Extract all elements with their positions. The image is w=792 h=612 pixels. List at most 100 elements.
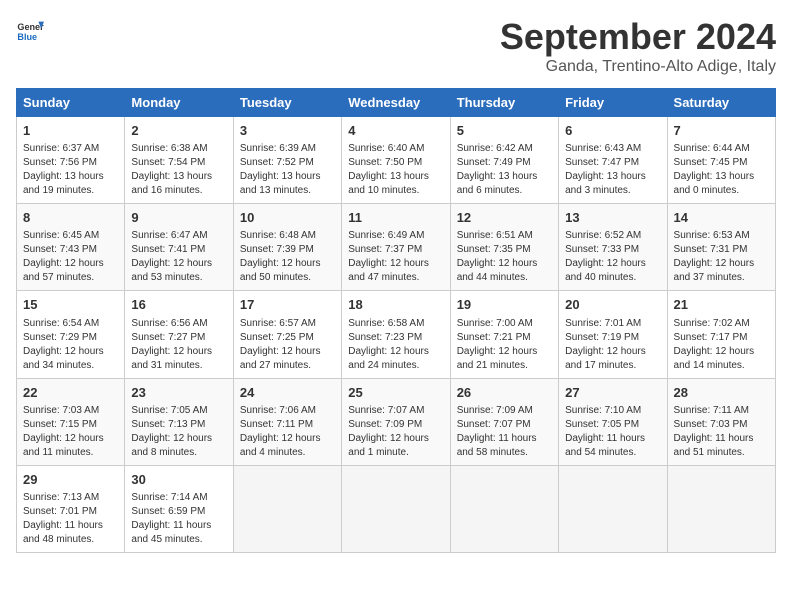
day-number: 13 [565, 209, 660, 227]
calendar-cell: 10 Sunrise: 6:48 AM Sunset: 7:39 PM Dayli… [233, 204, 341, 291]
calendar-cell: 5 Sunrise: 6:42 AM Sunset: 7:49 PM Daylig… [450, 117, 558, 204]
logo-icon: General Blue [16, 16, 44, 44]
day-detail: Sunrise: 7:00 AM Sunset: 7:21 PM Dayligh… [457, 317, 552, 373]
title-block: September 2024 Ganda, Trentino-Alto Adig… [500, 16, 776, 76]
day-detail: Sunrise: 6:53 AM Sunset: 7:31 PM Dayligh… [674, 229, 769, 285]
day-number: 6 [565, 122, 660, 140]
calendar-week-row: 15 Sunrise: 6:54 AM Sunset: 7:29 PM Dayli… [17, 291, 776, 378]
weekday-header: Tuesday [233, 89, 341, 117]
calendar-week-row: 8 Sunrise: 6:45 AM Sunset: 7:43 PM Daylig… [17, 204, 776, 291]
day-number: 11 [348, 209, 443, 227]
day-detail: Sunrise: 7:10 AM Sunset: 7:05 PM Dayligh… [565, 404, 660, 460]
weekday-header: Friday [559, 89, 667, 117]
location: Ganda, Trentino-Alto Adige, Italy [500, 58, 776, 76]
day-number: 10 [240, 209, 335, 227]
calendar-week-row: 1 Sunrise: 6:37 AM Sunset: 7:56 PM Daylig… [17, 117, 776, 204]
weekday-header: Wednesday [342, 89, 450, 117]
calendar-cell [450, 465, 558, 552]
calendar-week-row: 22 Sunrise: 7:03 AM Sunset: 7:15 PM Dayli… [17, 378, 776, 465]
weekday-header-row: SundayMondayTuesdayWednesdayThursdayFrid… [17, 89, 776, 117]
calendar-cell: 24 Sunrise: 7:06 AM Sunset: 7:11 PM Dayli… [233, 378, 341, 465]
day-number: 24 [240, 384, 335, 402]
day-number: 4 [348, 122, 443, 140]
day-number: 29 [23, 471, 118, 489]
calendar-cell: 29 Sunrise: 7:13 AM Sunset: 7:01 PM Dayli… [17, 465, 125, 552]
day-number: 16 [131, 296, 226, 314]
day-detail: Sunrise: 6:57 AM Sunset: 7:25 PM Dayligh… [240, 317, 335, 373]
calendar-cell [559, 465, 667, 552]
calendar-cell: 16 Sunrise: 6:56 AM Sunset: 7:27 PM Dayli… [125, 291, 233, 378]
day-detail: Sunrise: 6:52 AM Sunset: 7:33 PM Dayligh… [565, 229, 660, 285]
day-detail: Sunrise: 7:07 AM Sunset: 7:09 PM Dayligh… [348, 404, 443, 460]
calendar-cell: 27 Sunrise: 7:10 AM Sunset: 7:05 PM Dayli… [559, 378, 667, 465]
calendar-cell: 6Sunrise: 6:43 AM Sunset: 7:47 PM Daylig… [559, 117, 667, 204]
day-detail: Sunrise: 6:47 AM Sunset: 7:41 PM Dayligh… [131, 229, 226, 285]
calendar-cell: 18 Sunrise: 6:58 AM Sunset: 7:23 PM Dayli… [342, 291, 450, 378]
day-number: 5 [457, 122, 552, 140]
month-title: September 2024 [500, 16, 776, 58]
day-detail: Sunrise: 7:01 AM Sunset: 7:19 PM Dayligh… [565, 317, 660, 373]
logo: General Blue [16, 16, 44, 44]
day-detail: Sunrise: 6:38 AM Sunset: 7:54 PM Dayligh… [131, 142, 226, 198]
calendar-cell: 30Sunrise: 7:14 AM Sunset: 6:59 PM Dayli… [125, 465, 233, 552]
calendar-cell: 11Sunrise: 6:49 AM Sunset: 7:37 PM Dayli… [342, 204, 450, 291]
calendar-cell: 15 Sunrise: 6:54 AM Sunset: 7:29 PM Dayli… [17, 291, 125, 378]
day-number: 8 [23, 209, 118, 227]
day-number: 19 [457, 296, 552, 314]
day-detail: Sunrise: 7:09 AM Sunset: 7:07 PM Dayligh… [457, 404, 552, 460]
day-detail: Sunrise: 6:54 AM Sunset: 7:29 PM Dayligh… [23, 317, 118, 373]
calendar-cell: 9 Sunrise: 6:47 AM Sunset: 7:41 PM Daylig… [125, 204, 233, 291]
day-detail: Sunrise: 7:03 AM Sunset: 7:15 PM Dayligh… [23, 404, 118, 460]
day-number: 22 [23, 384, 118, 402]
day-detail: Sunrise: 6:58 AM Sunset: 7:23 PM Dayligh… [348, 317, 443, 373]
day-number: 26 [457, 384, 552, 402]
day-number: 9 [131, 209, 226, 227]
day-number: 1 [23, 122, 118, 140]
day-detail: Sunrise: 6:45 AM Sunset: 7:43 PM Dayligh… [23, 229, 118, 285]
calendar-cell: 4 Sunrise: 6:40 AM Sunset: 7:50 PM Daylig… [342, 117, 450, 204]
weekday-header: Monday [125, 89, 233, 117]
calendar-cell: 19 Sunrise: 7:00 AM Sunset: 7:21 PM Dayli… [450, 291, 558, 378]
calendar-cell [233, 465, 341, 552]
calendar-table: SundayMondayTuesdayWednesdayThursdayFrid… [16, 88, 776, 553]
calendar-cell: 3Sunrise: 6:39 AM Sunset: 7:52 PM Daylig… [233, 117, 341, 204]
calendar-cell: 2 Sunrise: 6:38 AM Sunset: 7:54 PM Daylig… [125, 117, 233, 204]
day-number: 28 [674, 384, 769, 402]
calendar-cell [667, 465, 775, 552]
day-number: 23 [131, 384, 226, 402]
calendar-cell: 26 Sunrise: 7:09 AM Sunset: 7:07 PM Dayli… [450, 378, 558, 465]
day-detail: Sunrise: 7:11 AM Sunset: 7:03 PM Dayligh… [674, 404, 769, 460]
day-number: 17 [240, 296, 335, 314]
day-number: 20 [565, 296, 660, 314]
calendar-cell: 1 Sunrise: 6:37 AM Sunset: 7:56 PM Daylig… [17, 117, 125, 204]
day-number: 15 [23, 296, 118, 314]
day-detail: Sunrise: 7:14 AM Sunset: 6:59 PM Dayligh… [131, 491, 226, 547]
calendar-cell [342, 465, 450, 552]
day-detail: Sunrise: 6:51 AM Sunset: 7:35 PM Dayligh… [457, 229, 552, 285]
day-detail: Sunrise: 6:40 AM Sunset: 7:50 PM Dayligh… [348, 142, 443, 198]
day-detail: Sunrise: 7:06 AM Sunset: 7:11 PM Dayligh… [240, 404, 335, 460]
calendar-cell: 21Sunrise: 7:02 AM Sunset: 7:17 PM Dayli… [667, 291, 775, 378]
day-number: 18 [348, 296, 443, 314]
calendar-cell: 28 Sunrise: 7:11 AM Sunset: 7:03 PM Dayli… [667, 378, 775, 465]
calendar-week-row: 29 Sunrise: 7:13 AM Sunset: 7:01 PM Dayli… [17, 465, 776, 552]
svg-text:Blue: Blue [17, 32, 37, 42]
weekday-header: Sunday [17, 89, 125, 117]
day-detail: Sunrise: 6:48 AM Sunset: 7:39 PM Dayligh… [240, 229, 335, 285]
calendar-cell: 17 Sunrise: 6:57 AM Sunset: 7:25 PM Dayli… [233, 291, 341, 378]
calendar-cell: 25Sunrise: 7:07 AM Sunset: 7:09 PM Dayli… [342, 378, 450, 465]
day-detail: Sunrise: 6:56 AM Sunset: 7:27 PM Dayligh… [131, 317, 226, 373]
day-detail: Sunrise: 6:37 AM Sunset: 7:56 PM Dayligh… [23, 142, 118, 198]
day-number: 27 [565, 384, 660, 402]
day-detail: Sunrise: 7:02 AM Sunset: 7:17 PM Dayligh… [674, 317, 769, 373]
day-number: 7 [674, 122, 769, 140]
day-number: 2 [131, 122, 226, 140]
calendar-cell: 7Sunrise: 6:44 AM Sunset: 7:45 PM Daylig… [667, 117, 775, 204]
weekday-header: Saturday [667, 89, 775, 117]
day-number: 12 [457, 209, 552, 227]
day-detail: Sunrise: 6:39 AM Sunset: 7:52 PM Dayligh… [240, 142, 335, 198]
day-detail: Sunrise: 6:42 AM Sunset: 7:49 PM Dayligh… [457, 142, 552, 198]
day-detail: Sunrise: 7:13 AM Sunset: 7:01 PM Dayligh… [23, 491, 118, 547]
page-header: General Blue September 2024 Ganda, Trent… [16, 16, 776, 76]
calendar-cell: 14Sunrise: 6:53 AM Sunset: 7:31 PM Dayli… [667, 204, 775, 291]
